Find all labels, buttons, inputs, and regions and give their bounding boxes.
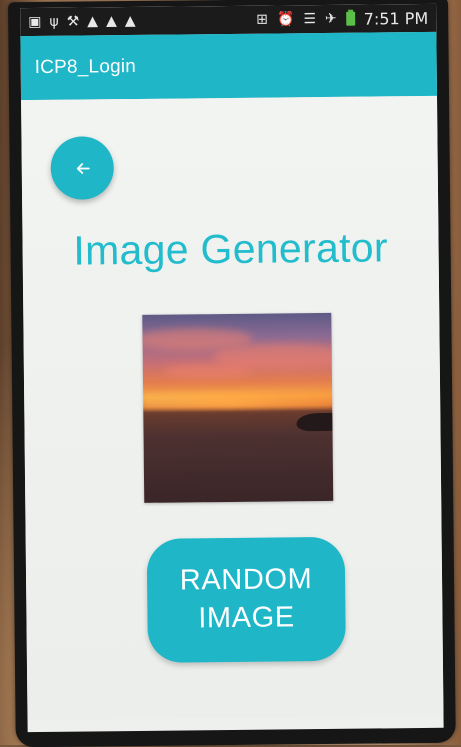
- airplane-icon: ✈: [324, 10, 337, 27]
- random-image-button-line1: RANDOM: [179, 563, 313, 597]
- main-content: Image Generator RANDOM IMAGE: [21, 95, 444, 721]
- random-image-button[interactable]: RANDOM IMAGE: [146, 536, 346, 663]
- wrench-icon: ⚒: [66, 13, 80, 30]
- warning-icon: ▲: [87, 13, 99, 30]
- random-image-button-line2: IMAGE: [198, 601, 295, 635]
- gallery-icon: ▣: [28, 13, 42, 31]
- alarm-icon: ⏰: [276, 11, 295, 28]
- arrow-left-icon: [76, 162, 90, 174]
- battery-icon: [345, 11, 355, 26]
- warning-icon: ▲: [124, 12, 136, 30]
- wifi-icon: ☰: [303, 11, 317, 28]
- system-icons: ⊞ ⏰ ☰ ✈ 7:51 PM: [256, 8, 428, 29]
- app-screen: ▣ ψ ⚒ ▲ ▲ ▲ ⊞ ⏰ ☰ ✈ 7:51 PM ICP8_Login I…: [20, 3, 444, 733]
- notification-icons: ▣ ψ ⚒ ▲ ▲ ▲: [28, 12, 136, 31]
- page-title: Image Generator: [73, 224, 389, 274]
- phone-frame: ▣ ψ ⚒ ▲ ▲ ▲ ⊞ ⏰ ☰ ✈ 7:51 PM ICP8_Login I…: [8, 0, 456, 747]
- status-time: 7:51 PM: [363, 8, 429, 29]
- generated-image: [142, 312, 334, 503]
- warning-icon: ▲: [105, 13, 117, 30]
- usb-icon: ψ: [49, 13, 59, 30]
- back-button[interactable]: [50, 136, 115, 200]
- app-title: ICP8_Login: [34, 55, 137, 79]
- app-bar: ICP8_Login: [20, 31, 438, 101]
- nfc-icon: ⊞: [256, 11, 269, 28]
- status-bar: ▣ ψ ⚒ ▲ ▲ ▲ ⊞ ⏰ ☰ ✈ 7:51 PM: [20, 3, 437, 37]
